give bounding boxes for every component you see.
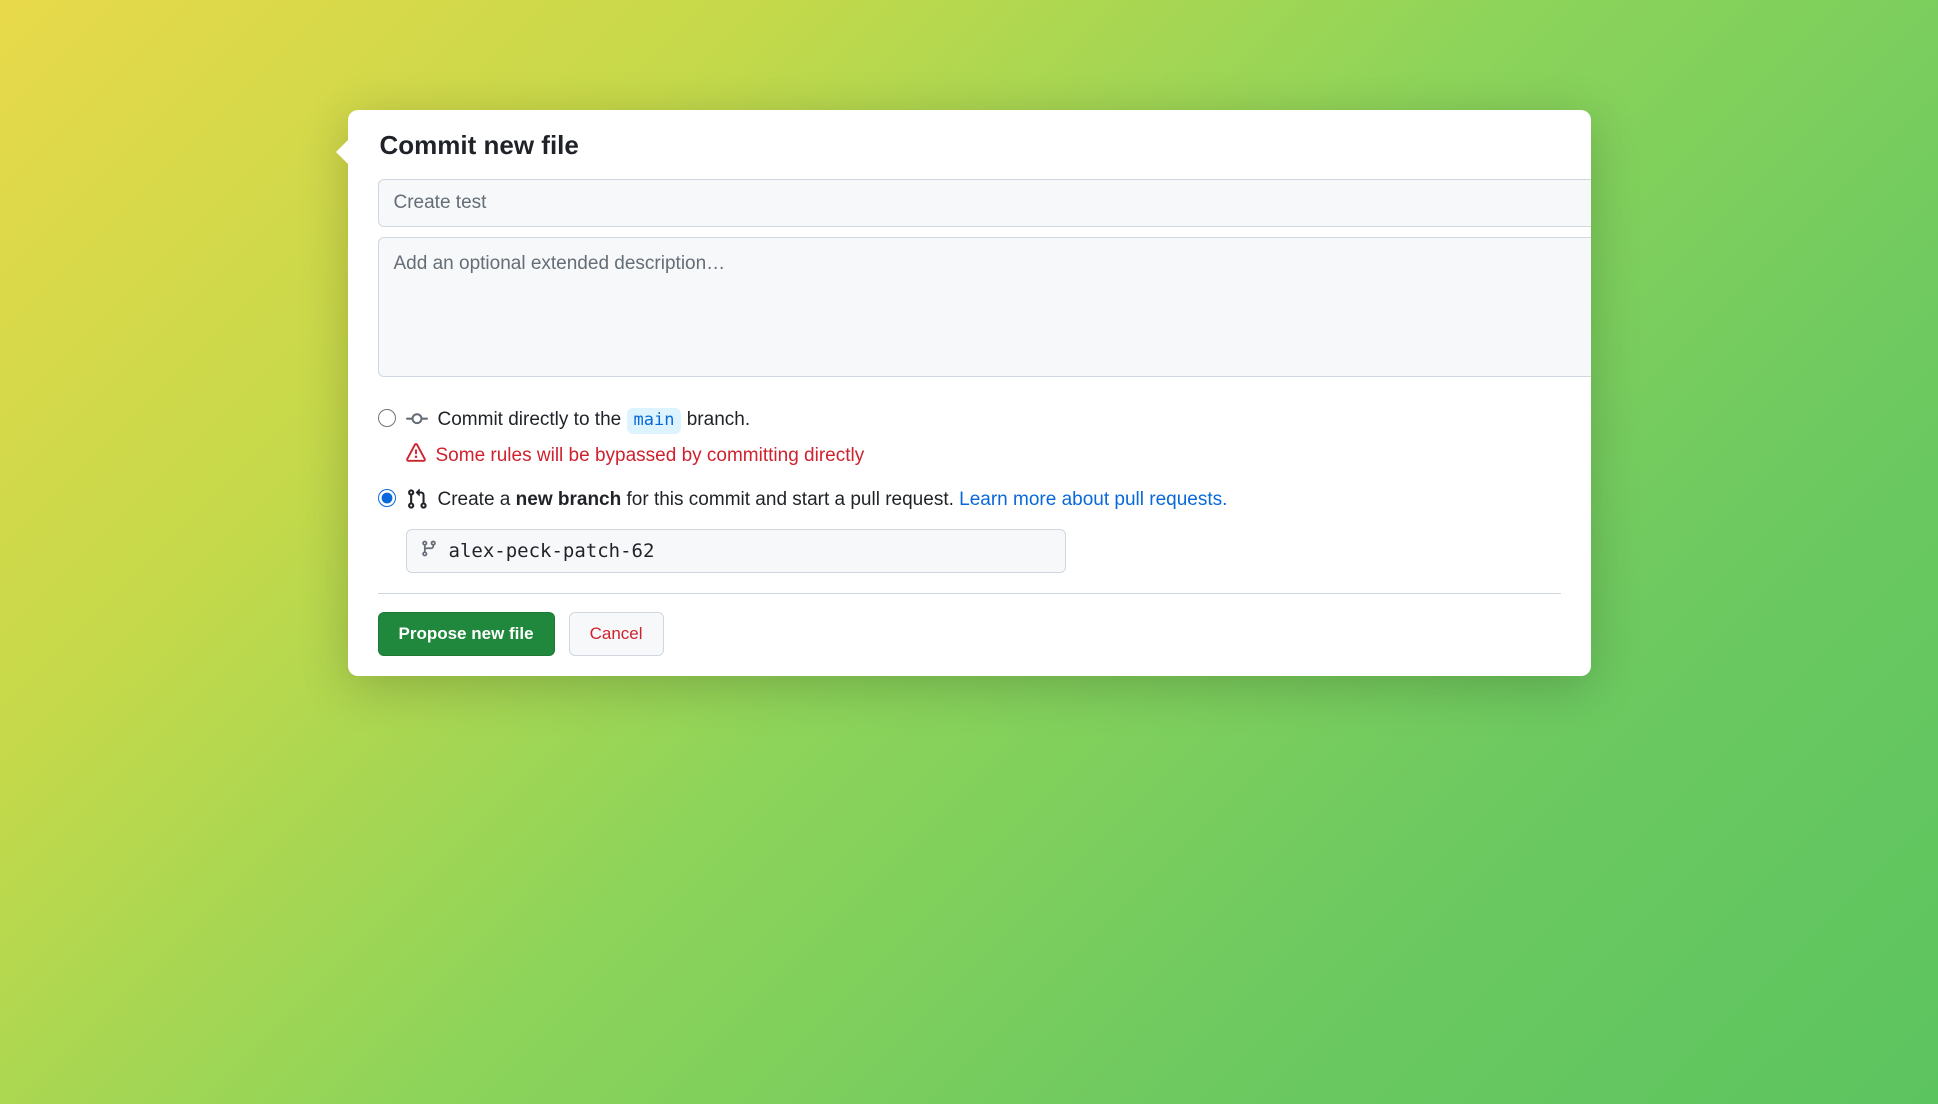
alert-triangle-icon xyxy=(406,443,426,468)
commit-dialog: Commit new file Commit directly to the m… xyxy=(348,110,1591,676)
commit-options: Commit directly to the main branch. Some… xyxy=(378,406,1591,573)
radio-commit-directly[interactable] xyxy=(378,409,396,427)
commit-summary-input[interactable] xyxy=(378,179,1591,227)
git-commit-icon xyxy=(406,408,428,435)
cancel-button[interactable]: Cancel xyxy=(569,612,664,656)
new-branch-bold: new branch xyxy=(516,489,622,510)
dialog-title: Commit new file xyxy=(378,130,1591,161)
new-branch-label: Create a new branch for this commit and … xyxy=(438,486,1228,515)
git-pull-request-icon xyxy=(406,488,428,515)
divider xyxy=(378,593,1561,594)
new-branch-suffix: for this commit and start a pull request… xyxy=(621,489,959,510)
git-branch-icon xyxy=(420,540,438,563)
propose-new-file-button[interactable]: Propose new file xyxy=(378,612,555,656)
option-commit-directly[interactable]: Commit directly to the main branch. xyxy=(378,406,1591,435)
option-new-branch[interactable]: Create a new branch for this commit and … xyxy=(378,486,1591,515)
bypass-warning-text: Some rules will be bypassed by committin… xyxy=(436,445,865,467)
bypass-warning: Some rules will be bypassed by committin… xyxy=(406,443,1591,468)
dialog-body: Commit new file Commit directly to the m… xyxy=(348,110,1591,676)
branch-name-container xyxy=(406,529,1066,573)
radio-new-branch[interactable] xyxy=(378,489,396,507)
commit-directly-prefix: Commit directly to the xyxy=(438,409,627,430)
branch-name-input[interactable] xyxy=(406,529,1066,573)
main-branch-badge: main xyxy=(627,408,682,434)
learn-more-link[interactable]: Learn more about pull requests. xyxy=(959,489,1227,510)
commit-description-textarea[interactable] xyxy=(378,237,1591,377)
commit-directly-suffix: branch. xyxy=(687,409,750,430)
button-row: Propose new file Cancel xyxy=(378,612,1591,656)
new-branch-prefix: Create a xyxy=(438,489,516,510)
commit-directly-label: Commit directly to the main branch. xyxy=(438,406,751,435)
